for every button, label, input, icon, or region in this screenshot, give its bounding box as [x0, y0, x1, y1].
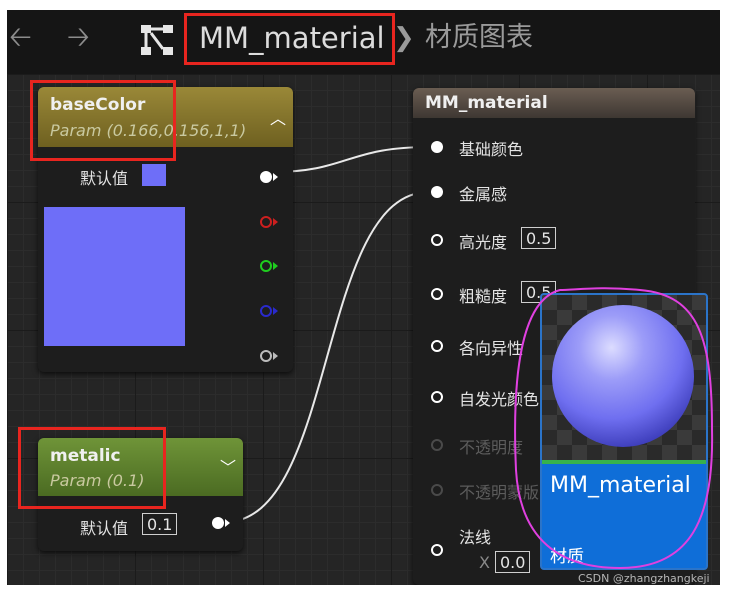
annotation-ellipse — [514, 287, 714, 570]
watermark: CSDN @zhangzhangkeji — [578, 572, 710, 585]
